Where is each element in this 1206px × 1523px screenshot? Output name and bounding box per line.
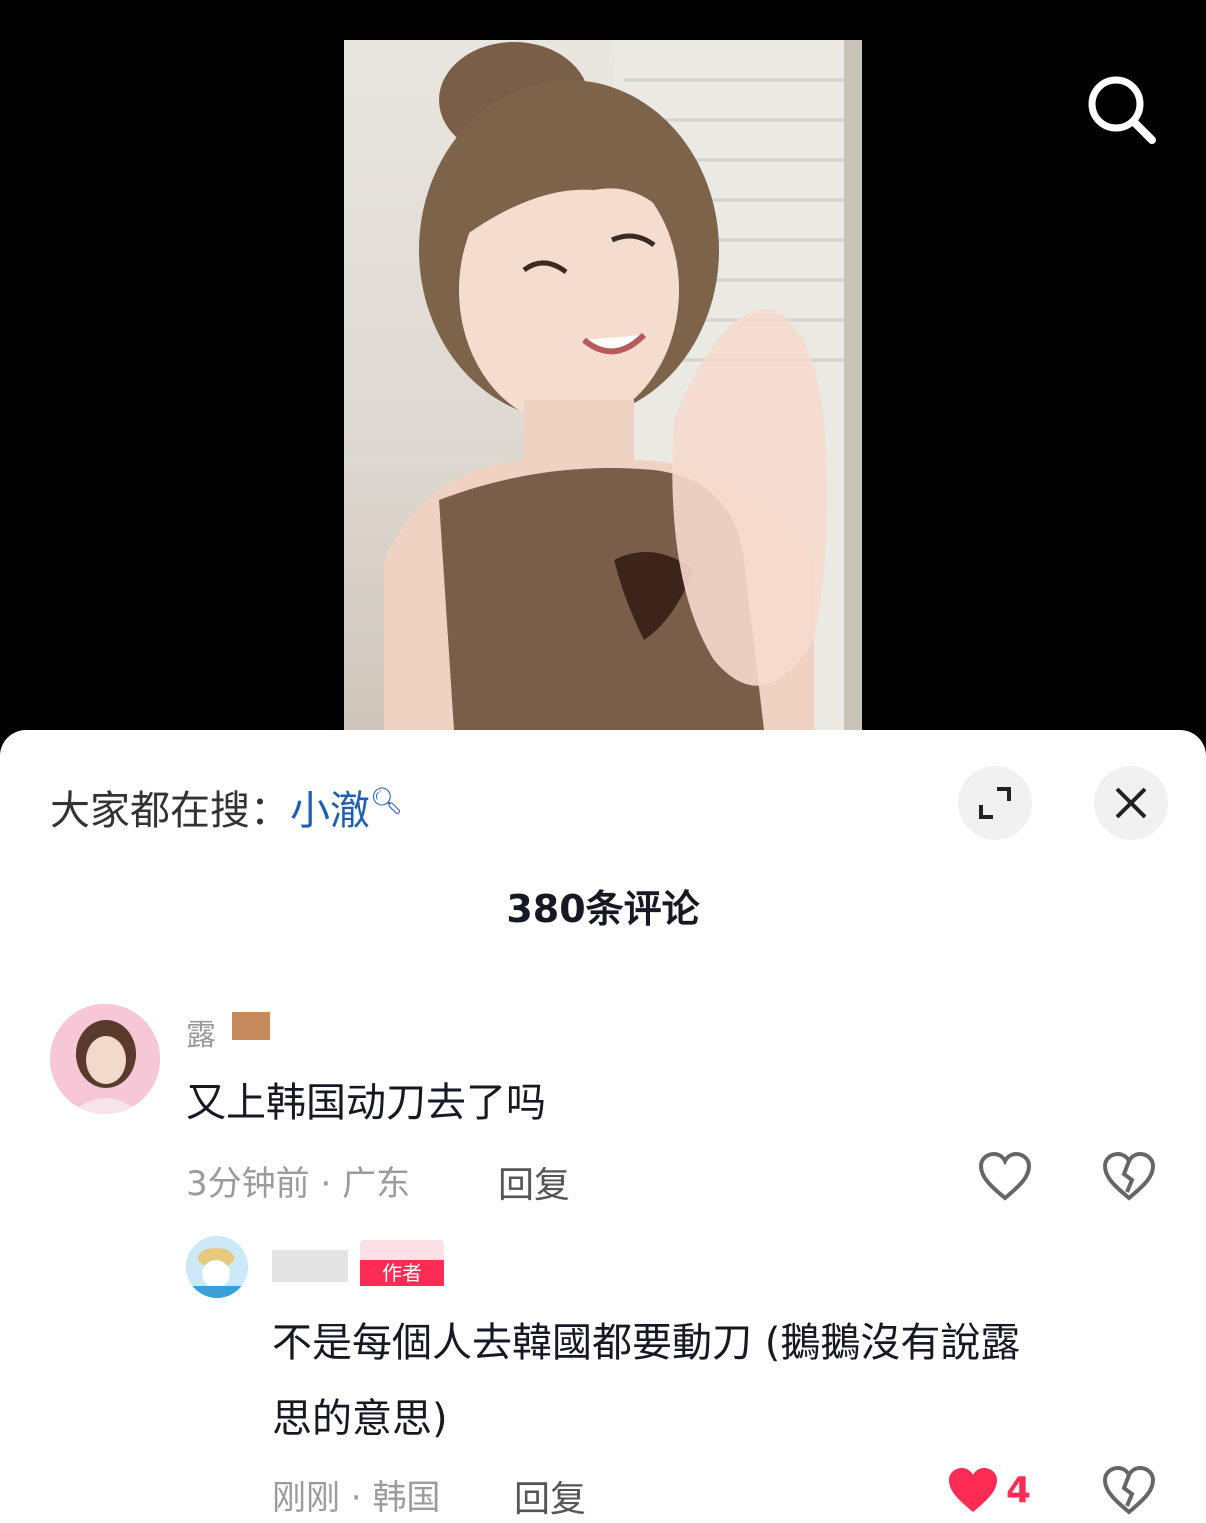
avatar-image xyxy=(50,1004,160,1114)
reply-like-count: 4 xyxy=(1006,1470,1032,1511)
close-icon xyxy=(1115,787,1147,819)
search-icon xyxy=(1088,76,1156,144)
expand-button[interactable] xyxy=(958,766,1032,840)
author-badge-label: 作者 xyxy=(360,1260,444,1286)
reply-meta: 刚刚 · 韩国 xyxy=(272,1478,441,1518)
video-thumbnail[interactable] xyxy=(344,40,862,730)
video-player[interactable] xyxy=(0,0,1206,760)
reply-avatar[interactable] xyxy=(186,1236,248,1298)
reply-username-blurred xyxy=(272,1250,348,1282)
search-small-icon: 🔍︎ xyxy=(370,786,404,817)
heart-filled-icon xyxy=(949,1468,997,1512)
author-badge: 作者 xyxy=(360,1240,444,1286)
heart-outline-icon xyxy=(978,1151,1032,1201)
comment-username[interactable]: 露 xyxy=(186,1010,216,1054)
username-blurred xyxy=(232,1012,270,1040)
reply-text-line2: 思的意思) xyxy=(272,1396,448,1442)
broken-heart-icon xyxy=(1102,1151,1156,1201)
trending-prefix: 大家都在搜： xyxy=(50,788,290,834)
video-image xyxy=(384,40,862,730)
reply-text-line1: 不是每個人去韓國都要動刀 (鵝鵝沒有說露 xyxy=(272,1320,1021,1366)
comment-count: 380条评论 xyxy=(506,887,700,931)
reply-like-button[interactable] xyxy=(946,1466,1000,1520)
expand-icon xyxy=(979,787,1011,819)
broken-heart-icon xyxy=(1102,1465,1156,1515)
reply-button[interactable]: 回复 xyxy=(498,1156,570,1208)
trending-search: 大家都在搜：小澈🔍︎ xyxy=(50,778,403,836)
comment-location: 广东 xyxy=(342,1164,411,1204)
comment-text: 又上韩国动刀去了吗 xyxy=(186,1080,546,1126)
reply-location: 韩国 xyxy=(372,1478,441,1518)
comment-time: 3分钟前 xyxy=(186,1164,310,1204)
reply-time: 刚刚 xyxy=(272,1478,340,1518)
search-button[interactable] xyxy=(1082,70,1162,150)
reply-reply-button[interactable]: 回复 xyxy=(514,1470,586,1522)
comments-sheet xyxy=(0,730,1206,1523)
reply-avatar-image xyxy=(186,1236,248,1298)
dislike-button[interactable] xyxy=(1102,1151,1156,1206)
trending-keyword-link[interactable]: 小澈 xyxy=(290,788,370,834)
close-button[interactable] xyxy=(1094,766,1168,840)
like-button[interactable] xyxy=(978,1151,1032,1206)
reply-dislike-button[interactable] xyxy=(1102,1465,1156,1520)
comment-meta: 3分钟前 · 广东 xyxy=(186,1164,411,1204)
avatar[interactable] xyxy=(50,1004,160,1114)
